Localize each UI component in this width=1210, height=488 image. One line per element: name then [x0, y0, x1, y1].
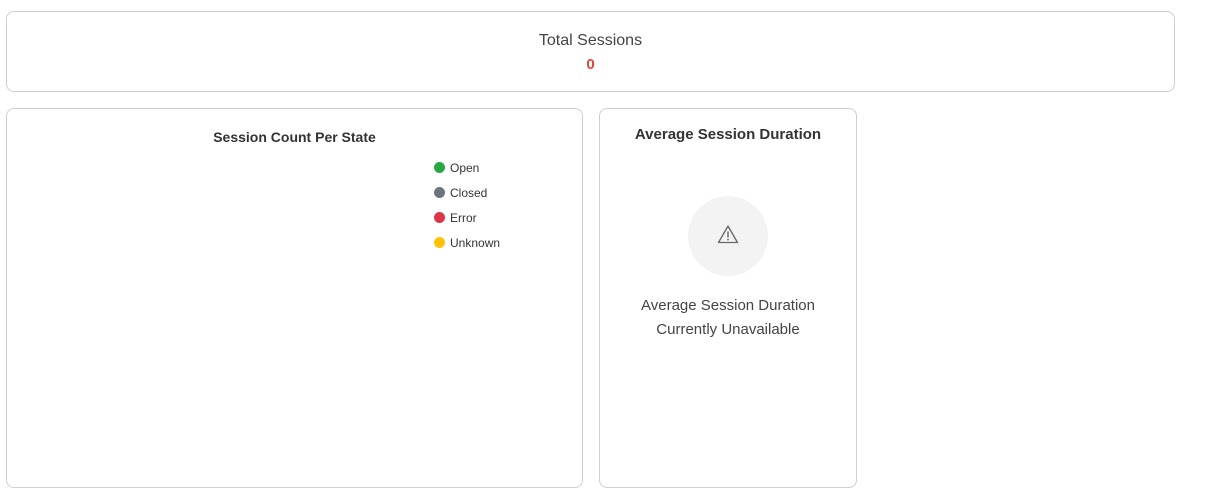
- legend-item-unknown[interactable]: Unknown: [434, 230, 500, 255]
- total-sessions-value: 0: [586, 56, 595, 73]
- legend-item-closed[interactable]: Closed: [434, 180, 500, 205]
- session-count-per-state-card: Session Count Per State Open Closed Erro…: [6, 108, 583, 488]
- total-sessions-title: Total Sessions: [538, 32, 643, 49]
- average-session-duration-card: Average Session Duration Average Session…: [599, 108, 857, 488]
- legend-label-closed: Closed: [450, 185, 488, 200]
- session-count-chart-title: Session Count Per State: [213, 129, 376, 145]
- duration-unavailable-line2: Currently Unavailable: [656, 321, 800, 338]
- duration-unavailable-message: Average Session Duration Currently Unava…: [600, 294, 856, 342]
- warning-icon: [717, 224, 739, 249]
- warning-icon-circle: [688, 196, 768, 276]
- legend-dot-open: [434, 162, 445, 173]
- legend-dot-error: [434, 212, 445, 223]
- average-session-duration-title: Average Session Duration: [634, 126, 822, 143]
- legend-item-error[interactable]: Error: [434, 205, 500, 230]
- legend-item-open[interactable]: Open: [434, 155, 500, 180]
- total-sessions-card: Total Sessions 0: [6, 11, 1175, 92]
- legend-dot-closed: [434, 187, 445, 198]
- legend-dot-unknown: [434, 237, 445, 248]
- duration-unavailable-line1: Average Session Duration: [641, 297, 815, 314]
- chart-legend: Open Closed Error Unknown: [434, 155, 500, 255]
- legend-label-error: Error: [450, 210, 477, 225]
- legend-label-open: Open: [450, 160, 480, 175]
- legend-label-unknown: Unknown: [450, 235, 501, 250]
